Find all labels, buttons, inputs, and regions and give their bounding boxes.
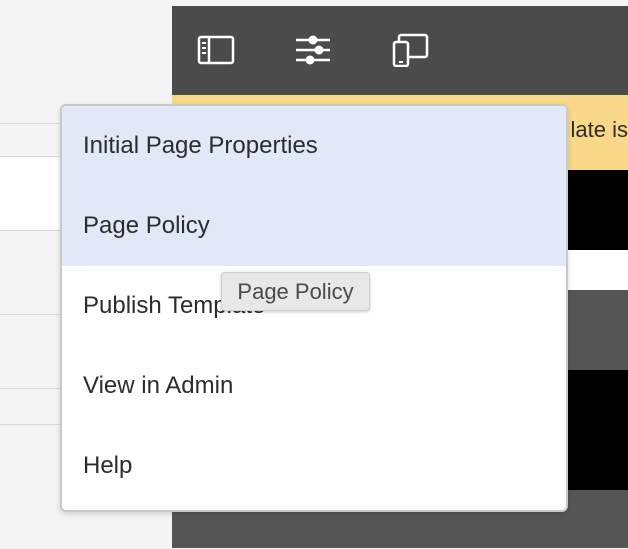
- menu-item-page-policy[interactable]: Page Policy: [62, 186, 566, 266]
- editor-toolbar: [172, 6, 628, 95]
- menu-item-view-in-admin[interactable]: View in Admin: [62, 346, 566, 426]
- side-panel-icon: [197, 35, 235, 65]
- page-information-button[interactable]: [293, 30, 333, 70]
- device-emulator-icon: [392, 33, 429, 67]
- menu-item-help[interactable]: Help: [62, 426, 566, 506]
- menu-item-initial-page-properties[interactable]: Initial Page Properties: [62, 106, 566, 186]
- emulator-button[interactable]: [390, 30, 430, 70]
- tooltip-text: Page Policy: [237, 278, 354, 304]
- menu-item-label: Initial Page Properties: [83, 132, 318, 159]
- menu-item-label: Page Policy: [83, 212, 210, 239]
- menu-item-label: Help: [83, 452, 133, 479]
- toggle-side-panel-button[interactable]: [196, 30, 236, 70]
- tooltip: Page Policy: [221, 272, 370, 311]
- menu-item-label: View in Admin: [83, 372, 234, 399]
- notice-text: late is: [570, 117, 628, 142]
- properties-sliders-icon: [296, 35, 330, 65]
